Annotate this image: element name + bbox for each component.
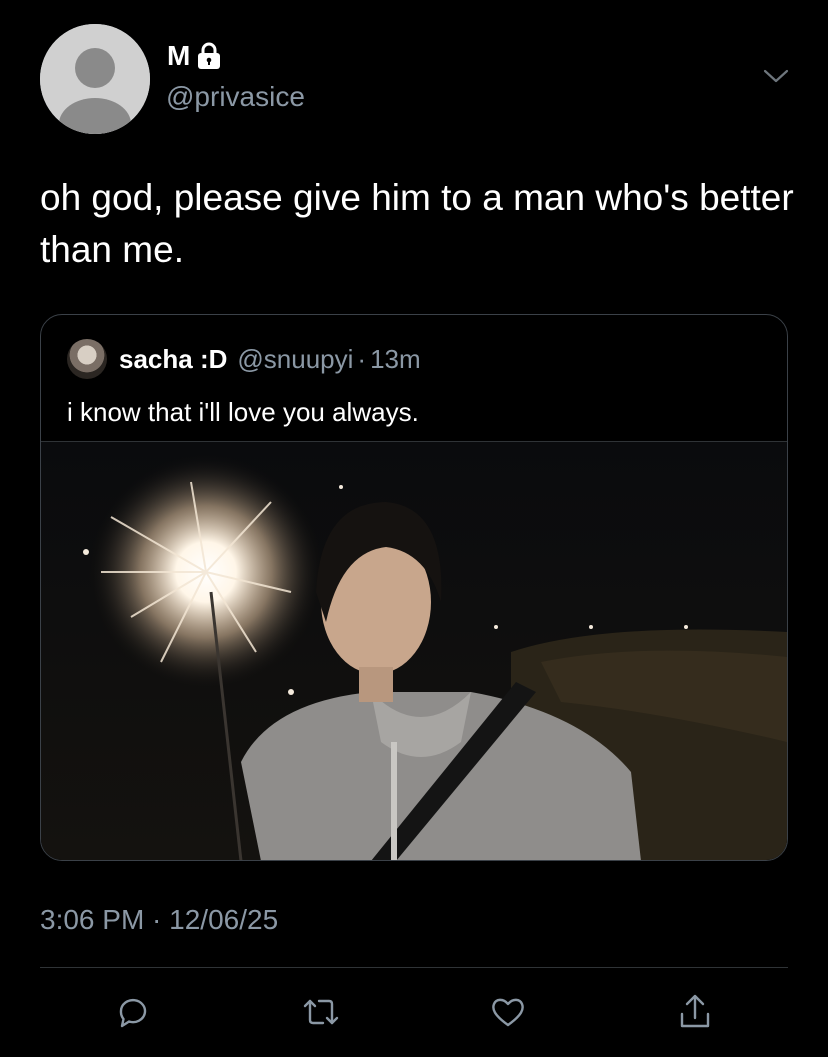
sparkler-portrait-photo — [41, 442, 787, 860]
share-icon — [680, 994, 710, 1028]
author-handle[interactable]: @privasice — [166, 81, 305, 113]
author-display-name[interactable]: M — [167, 42, 190, 70]
quoted-author-name[interactable]: sacha :D — [119, 344, 227, 375]
tweet-timestamp[interactable]: 3:06 PM · 12/06/25 — [40, 904, 278, 936]
quoted-tweet-age[interactable]: 13m — [370, 344, 421, 375]
chevron-down-icon[interactable] — [762, 62, 790, 90]
quoted-tweet-card[interactable]: sacha :D @snuupyi · 13m i know that i'll… — [40, 314, 788, 861]
quoted-tweet-header: sacha :D @snuupyi · 13m — [67, 339, 421, 379]
share-button[interactable] — [675, 992, 715, 1032]
quoted-tweet-photo[interactable] — [41, 441, 787, 860]
author-avatar[interactable] — [40, 24, 150, 134]
retweet-button[interactable] — [301, 992, 341, 1032]
author-name-row: M — [167, 42, 222, 70]
tweet-text: oh god, please give him to a man who's b… — [40, 177, 794, 270]
separator-dot: · — [357, 343, 367, 374]
quoted-author-handle[interactable]: @snuupyi — [237, 344, 353, 375]
heart-icon — [492, 998, 524, 1027]
lock-icon — [198, 42, 221, 69]
reply-icon — [119, 999, 147, 1028]
divider — [40, 967, 788, 968]
reply-button[interactable] — [113, 992, 153, 1032]
retweet-icon — [303, 999, 339, 1025]
quoted-author-avatar[interactable] — [67, 339, 107, 379]
quoted-tweet-text: i know that i'll love you always. — [67, 397, 419, 427]
default-avatar-icon — [40, 24, 150, 134]
like-button[interactable] — [488, 992, 528, 1032]
